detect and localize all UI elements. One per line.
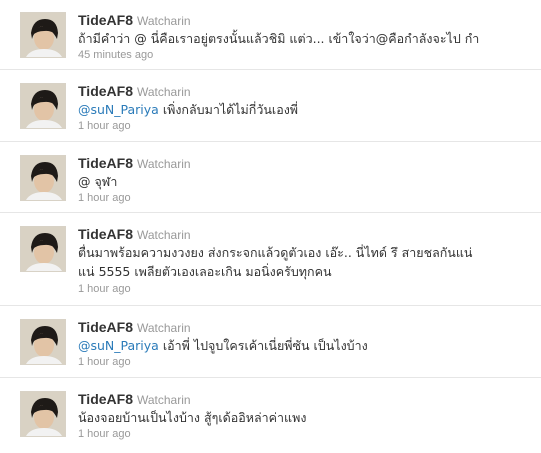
avatar[interactable] bbox=[20, 319, 66, 365]
full-name: Watcharin bbox=[136, 14, 191, 28]
screen-name[interactable]: TideAF8 bbox=[78, 391, 133, 407]
avatar[interactable] bbox=[20, 83, 66, 129]
full-name: Watcharin bbox=[136, 85, 191, 99]
timestamp[interactable]: 1 hour ago bbox=[78, 283, 131, 295]
timestamp[interactable]: 1 hour ago bbox=[78, 192, 131, 204]
screen-name[interactable]: TideAF8 bbox=[78, 12, 133, 28]
tweet-item: TideAF8 Watcharin @suN_Pariya เอ้าพี่ ไปจ… bbox=[0, 307, 541, 378]
screen-name[interactable]: TideAF8 bbox=[78, 155, 133, 171]
tweet-item: TideAF8 Watcharin น้องจอยบ้านเป็นไงบ้าง ส… bbox=[0, 379, 541, 453]
tweet-text-line: ถ้ามีคำว่า @ นี่คือเราอยู่ตรงนั้นแล้วชิม… bbox=[78, 31, 480, 46]
avatar[interactable] bbox=[20, 226, 66, 272]
full-name: Watcharin bbox=[136, 157, 191, 171]
tweet-timeline: TideAF8 Watcharin ถ้ามีคำว่า @ นี่คือเราอ… bbox=[0, 0, 541, 453]
screen-name[interactable]: TideAF8 bbox=[78, 226, 133, 242]
timestamp[interactable]: 1 hour ago bbox=[78, 356, 131, 368]
tweet-item: TideAF8 Watcharin @suN_Pariya เพิ่งกลับมา… bbox=[0, 71, 541, 142]
tweet-text: น้องจอยบ้านเป็นไงบ้าง สู้ๆเด้ออิหล่าค่าแ… bbox=[78, 408, 538, 427]
screen-name[interactable]: TideAF8 bbox=[78, 319, 133, 335]
tweet-text-line: @ จุฬา bbox=[78, 174, 118, 189]
avatar[interactable] bbox=[20, 12, 66, 58]
timestamp[interactable]: 1 hour ago bbox=[78, 120, 131, 132]
full-name: Watcharin bbox=[136, 393, 191, 407]
tweet-item: TideAF8 Watcharin ถ้ามีคำว่า @ นี่คือเราอ… bbox=[0, 0, 541, 70]
avatar[interactable] bbox=[20, 391, 66, 437]
avatar[interactable] bbox=[20, 155, 66, 201]
tweet-text-line: ตื่นมาพร้อมความงวงยง ส่งกระจกแล้วดูตัวเอ… bbox=[78, 245, 473, 260]
tweet-text: ถ้ามีคำว่า @ นี่คือเราอยู่ตรงนั้นแล้วชิม… bbox=[78, 29, 538, 48]
mention-link[interactable]: @suN_Pariya bbox=[78, 102, 159, 117]
mention-link[interactable]: @suN_Pariya bbox=[78, 338, 159, 353]
tweet-text-line: เอ้าพี่ ไปจูบใครเค้าเนี่ยพี่ซัน เป็นไงบ้… bbox=[158, 338, 368, 353]
tweet-text-line: แน่ 5555 เพลียตัวเองเลอะเกิน มอนิ่งครับท… bbox=[78, 264, 332, 279]
tweet-text-line: น้องจอยบ้านเป็นไงบ้าง สู้ๆเด้ออิหล่าค่าแ… bbox=[78, 410, 307, 425]
tweet-item: TideAF8 Watcharin ตื่นมาพร้อมความงวงยง ส่… bbox=[0, 214, 541, 306]
tweet-text: ตื่นมาพร้อมความงวงยง ส่งกระจกแล้วดูตัวเอ… bbox=[78, 243, 538, 281]
timestamp[interactable]: 45 minutes ago bbox=[78, 49, 153, 61]
tweet-text: @suN_Pariya เพิ่งกลับมาได้ไม่กี่วันเองพี… bbox=[78, 100, 538, 119]
timestamp[interactable]: 1 hour ago bbox=[78, 428, 131, 440]
screen-name[interactable]: TideAF8 bbox=[78, 83, 133, 99]
tweet-item: TideAF8 Watcharin @ จุฬา 1 hour ago bbox=[0, 143, 541, 213]
full-name: Watcharin bbox=[136, 321, 191, 335]
tweet-text-line: เพิ่งกลับมาได้ไม่กี่วันเองพี่ bbox=[158, 102, 299, 117]
tweet-text: @ จุฬา bbox=[78, 172, 538, 191]
full-name: Watcharin bbox=[136, 228, 191, 242]
tweet-text: @suN_Pariya เอ้าพี่ ไปจูบใครเค้าเนี่ยพี่… bbox=[78, 336, 538, 355]
